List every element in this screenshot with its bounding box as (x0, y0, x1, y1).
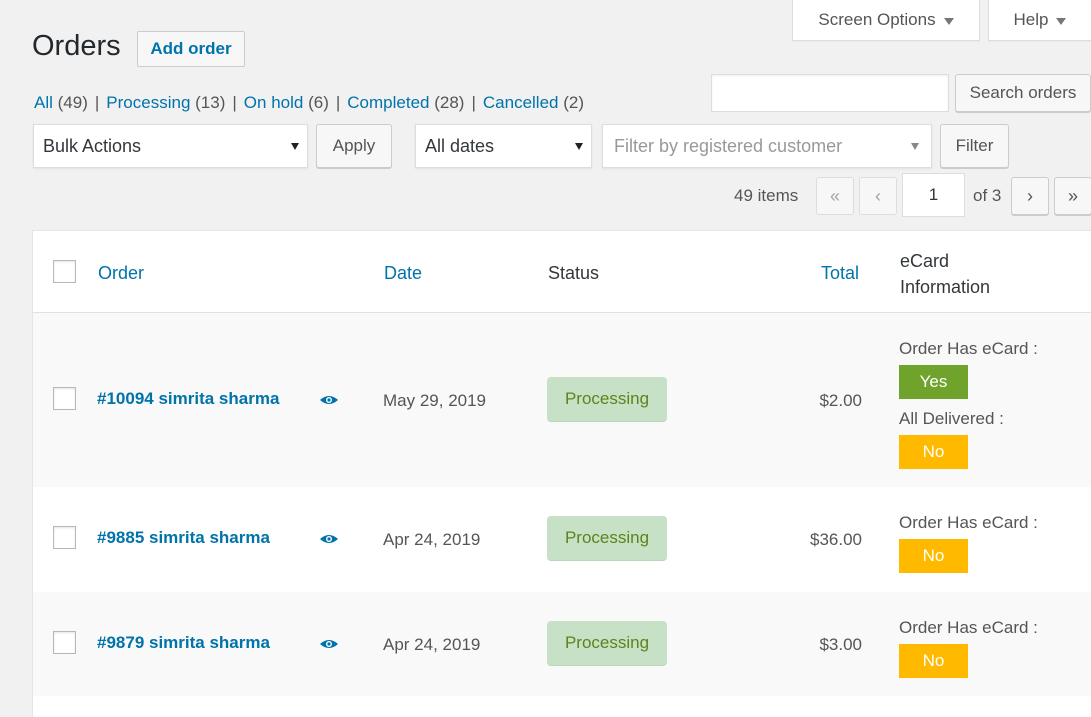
separator: | (94, 93, 100, 112)
orders-table: Order Date Status Total eCard Informatio… (32, 230, 1091, 717)
separator: | (471, 93, 476, 112)
column-ecard-header: eCard Information (900, 251, 991, 297)
caret-down-icon (943, 17, 954, 25)
table-row[interactable]: #9885 simrita sharma Apr 24, 2019 Proces… (33, 487, 1091, 592)
apply-button[interactable]: Apply (316, 124, 392, 168)
row-checkbox[interactable] (53, 387, 76, 410)
date-filter-value: All dates (425, 135, 495, 156)
add-order-button[interactable]: Add order (137, 31, 245, 67)
order-has-ecard-label: Order Has eCard : (899, 339, 1038, 358)
filter-completed-link[interactable]: Completed (347, 93, 429, 112)
filter-processing-count: (13) (195, 93, 226, 112)
status-badge: Processing (547, 621, 667, 666)
status-badge: Processing (547, 516, 667, 561)
preview-eye-icon[interactable] (319, 637, 339, 655)
order-has-ecard-label: Order Has eCard : (899, 618, 1038, 637)
all-delivered-badge: No (899, 435, 968, 469)
row-checkbox[interactable] (53, 631, 76, 654)
filter-on-hold-link[interactable]: On hold (244, 93, 304, 112)
order-link[interactable]: #9885 simrita sharma (97, 528, 270, 548)
order-has-ecard-badge: No (899, 539, 968, 573)
filter-completed-count: (28) (434, 93, 465, 112)
first-page-button[interactable]: « (816, 177, 854, 215)
status-filter-links: All (49) | Processing (13) | On hold (6) | Com… (34, 93, 584, 113)
order-total: $36.00 (810, 530, 862, 549)
order-total: $3.00 (819, 635, 862, 654)
order-has-ecard-badge: No (899, 644, 968, 678)
preview-eye-icon[interactable] (319, 532, 339, 550)
items-count: 49 items (734, 186, 799, 205)
table-header: Order Date Status Total eCard Informatio… (33, 231, 1091, 313)
filter-button[interactable]: Filter (940, 124, 1009, 168)
column-status-header: Status (548, 263, 600, 283)
filter-cancelled-link[interactable]: Cancelled (483, 93, 559, 112)
select-all-checkbox[interactable] (53, 260, 76, 283)
column-date-header[interactable]: Date (384, 263, 422, 284)
date-filter-select[interactable]: All dates (415, 124, 592, 168)
row-checkbox[interactable] (53, 526, 76, 549)
screen-options-label: Screen Options (818, 10, 936, 29)
order-date: Apr 24, 2019 (383, 530, 481, 549)
column-order-header[interactable]: Order (98, 263, 144, 284)
help-label: Help (1013, 10, 1049, 29)
filter-all-count: (49) (57, 93, 88, 112)
total-pages: of 3 (973, 186, 1002, 205)
filter-all-link[interactable]: All (34, 93, 53, 112)
last-page-button[interactable]: » (1054, 177, 1091, 215)
order-total: $2.00 (819, 391, 862, 410)
customer-filter-placeholder: Filter by registered customer (614, 135, 843, 156)
prev-page-button[interactable]: ‹ (859, 177, 897, 215)
preview-eye-icon[interactable] (319, 393, 339, 411)
page-title: Orders (32, 30, 121, 62)
table-row[interactable]: #10094 simrita sharma May 29, 2019 Proce… (33, 313, 1091, 487)
current-page-input[interactable]: 1 (902, 173, 965, 217)
status-badge: Processing (547, 377, 667, 422)
order-has-ecard-badge: Yes (899, 365, 968, 399)
filter-on-hold-count: (6) (308, 93, 329, 112)
separator: | (335, 93, 341, 112)
order-link[interactable]: #10094 simrita sharma (97, 389, 279, 409)
order-date: Apr 24, 2019 (383, 635, 481, 654)
search-orders-button[interactable]: Search orders (955, 74, 1091, 112)
column-total-header[interactable]: Total (821, 263, 859, 284)
separator: | (232, 93, 237, 112)
order-link[interactable]: #9879 simrita sharma (97, 633, 270, 653)
bulk-actions-value: Bulk Actions (43, 135, 142, 156)
search-orders-input[interactable] (711, 74, 949, 112)
caret-down-icon (1056, 17, 1067, 25)
order-date: May 29, 2019 (383, 391, 487, 410)
customer-filter-select[interactable]: Filter by registered customer (602, 124, 932, 168)
order-has-ecard-label: Order Has eCard : (899, 513, 1038, 532)
dropdown-arrow-icon (575, 143, 583, 150)
dropdown-arrow-icon (911, 143, 919, 150)
help-tab[interactable]: Help (988, 0, 1091, 41)
filter-cancelled-count: (2) (563, 93, 585, 112)
all-delivered-label: All Delivered : (899, 409, 1004, 428)
next-page-button[interactable]: › (1011, 177, 1049, 215)
filter-processing-link[interactable]: Processing (106, 93, 190, 112)
screen-options-tab[interactable]: Screen Options (792, 0, 980, 41)
table-row[interactable]: #9879 simrita sharma Apr 24, 2019 Proces… (33, 592, 1091, 696)
bulk-actions-select[interactable]: Bulk Actions (33, 124, 308, 168)
dropdown-arrow-icon (291, 143, 299, 150)
